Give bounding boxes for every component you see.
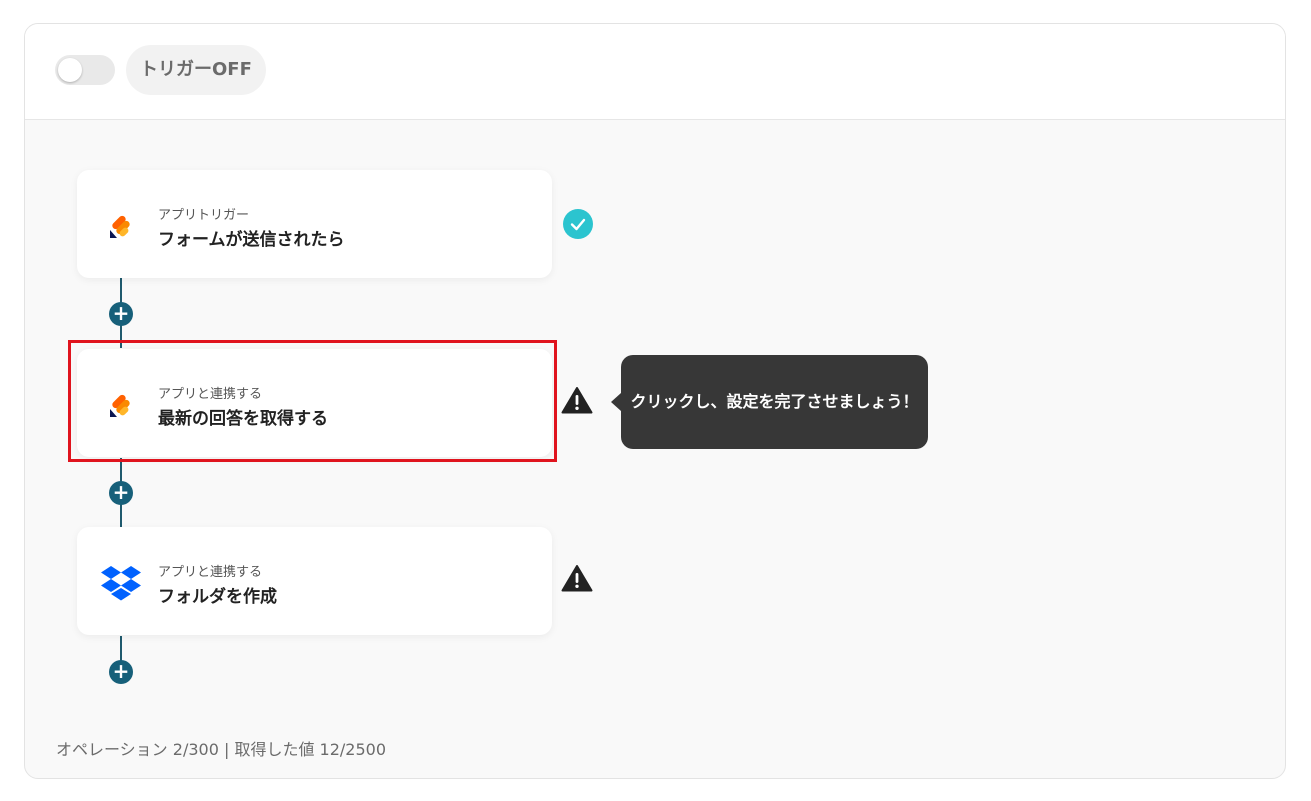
check-complete-icon	[563, 209, 593, 239]
step-subtitle: アプリと連携する	[158, 565, 263, 580]
step-card-create-folder[interactable]: アプリと連携する フォルダを作成	[77, 527, 552, 635]
setup-hint-tooltip: クリックし、設定を完了させましょう！	[621, 355, 928, 449]
highlight-frame	[68, 340, 557, 462]
step-title: フォルダを作成	[158, 587, 277, 607]
dropbox-icon	[101, 566, 141, 601]
warning-icon	[561, 387, 593, 414]
step-card-trigger[interactable]: アプリトリガー フォームが送信されたら	[77, 170, 552, 278]
toggle-knob	[58, 58, 82, 82]
usage-summary: オペレーション 2/300 | 取得した値 12/2500	[56, 740, 386, 759]
flow-panel: トリガーOFF + + + アプリトリガー フォームが送信されたら アプリと連携…	[24, 23, 1286, 779]
step-title: フォームが送信されたら	[158, 230, 345, 250]
trigger-toggle[interactable]	[55, 55, 115, 85]
tooltip-arrow	[611, 393, 621, 411]
add-step-button[interactable]: +	[109, 481, 133, 505]
add-step-button[interactable]: +	[109, 660, 133, 684]
step-subtitle: アプリトリガー	[158, 208, 250, 223]
add-step-button[interactable]: +	[109, 302, 133, 326]
form-app-icon	[110, 215, 130, 238]
trigger-status-label: トリガーOFF	[126, 45, 266, 95]
warning-icon	[561, 565, 593, 592]
flow-header: トリガーOFF	[25, 24, 1285, 120]
